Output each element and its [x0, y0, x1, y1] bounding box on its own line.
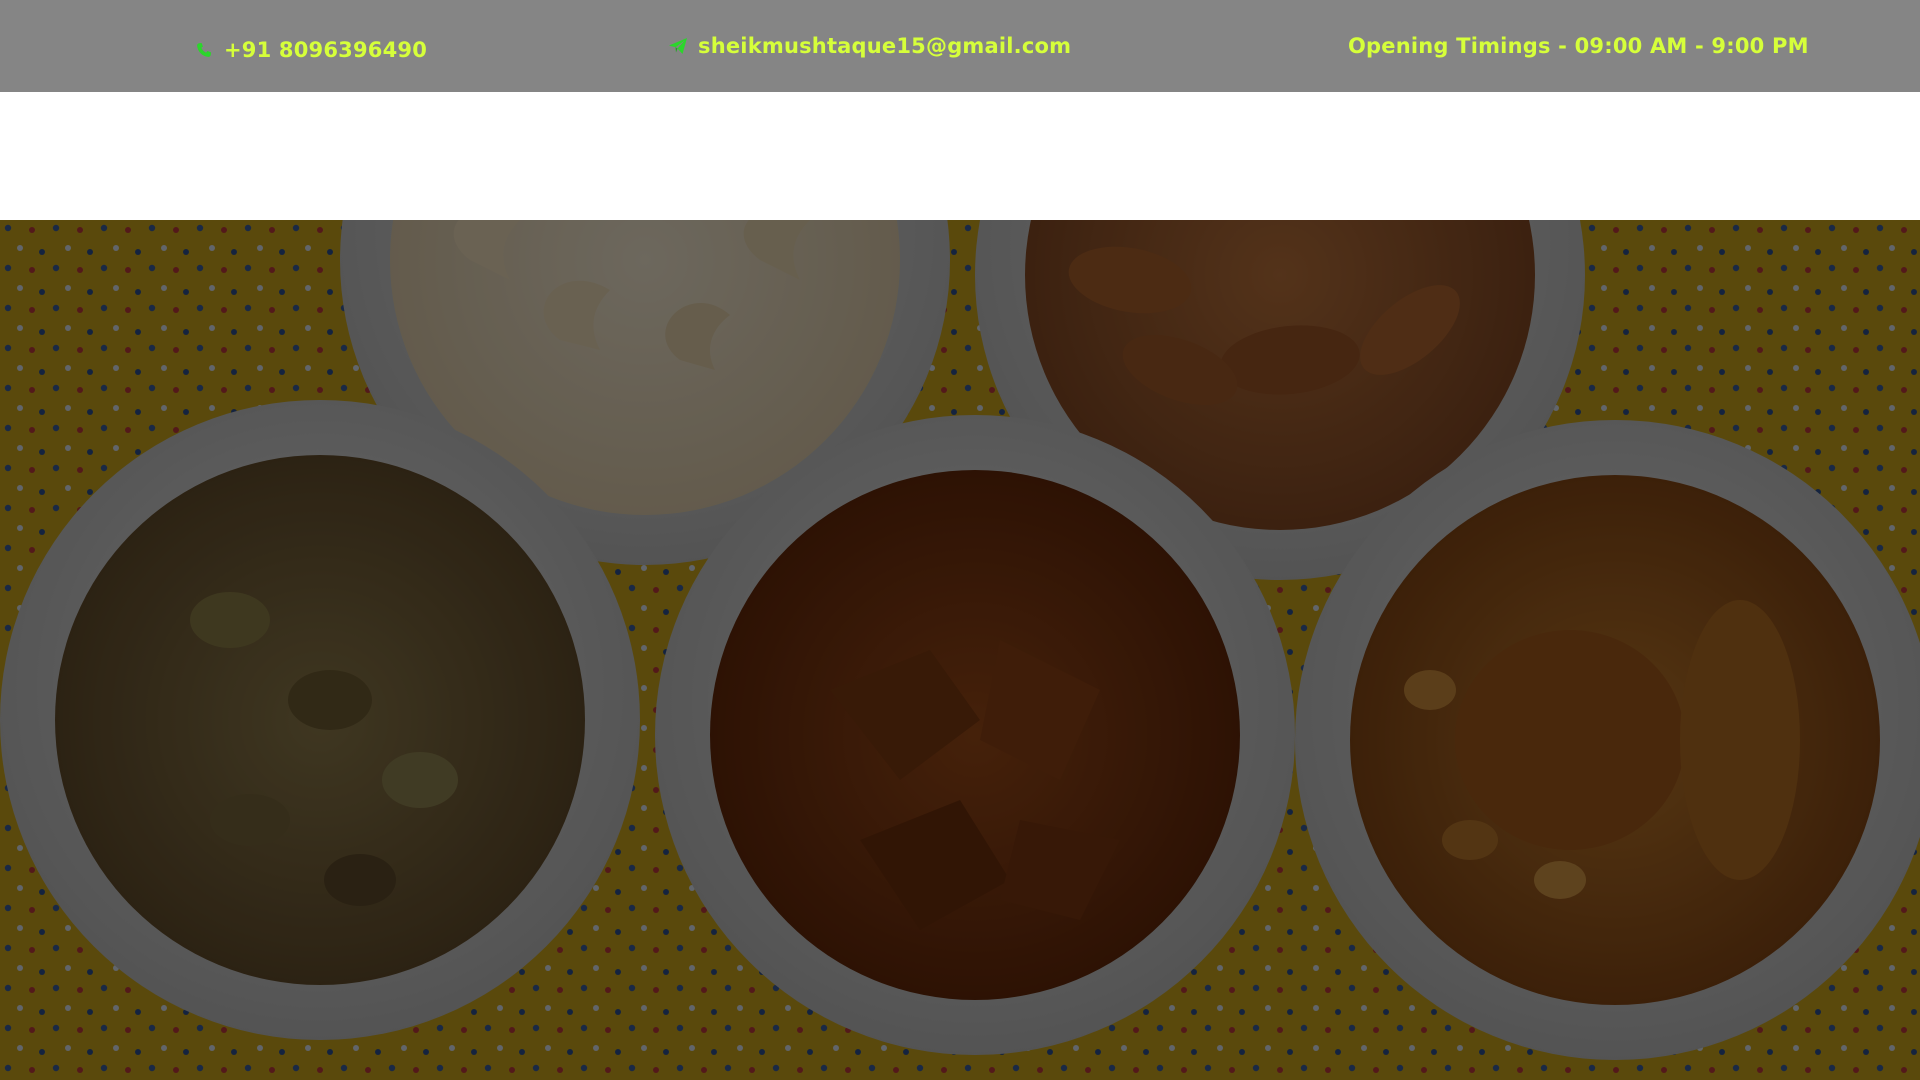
email-address: sheikmushtaque15@gmail.com — [698, 34, 1072, 58]
contact-phone[interactable]: +91 8096396490 — [194, 4, 427, 96]
hero-banner — [0, 220, 1920, 1080]
main-navbar — [0, 92, 1920, 220]
hero-dry-fruits-image — [0, 220, 1920, 1080]
phone-number: +91 8096396490 — [224, 38, 428, 62]
phone-icon — [194, 40, 214, 60]
opening-hours: Opening Timings - 09:00 AM - 9:00 PM — [1348, 0, 1809, 92]
top-contact-bar: +91 8096396490 sheikmushtaque15@gmail.co… — [0, 0, 1920, 92]
contact-email[interactable]: sheikmushtaque15@gmail.com — [668, 0, 1071, 92]
paper-plane-icon — [668, 36, 688, 56]
opening-hours-text: Opening Timings - 09:00 AM - 9:00 PM — [1348, 34, 1809, 58]
